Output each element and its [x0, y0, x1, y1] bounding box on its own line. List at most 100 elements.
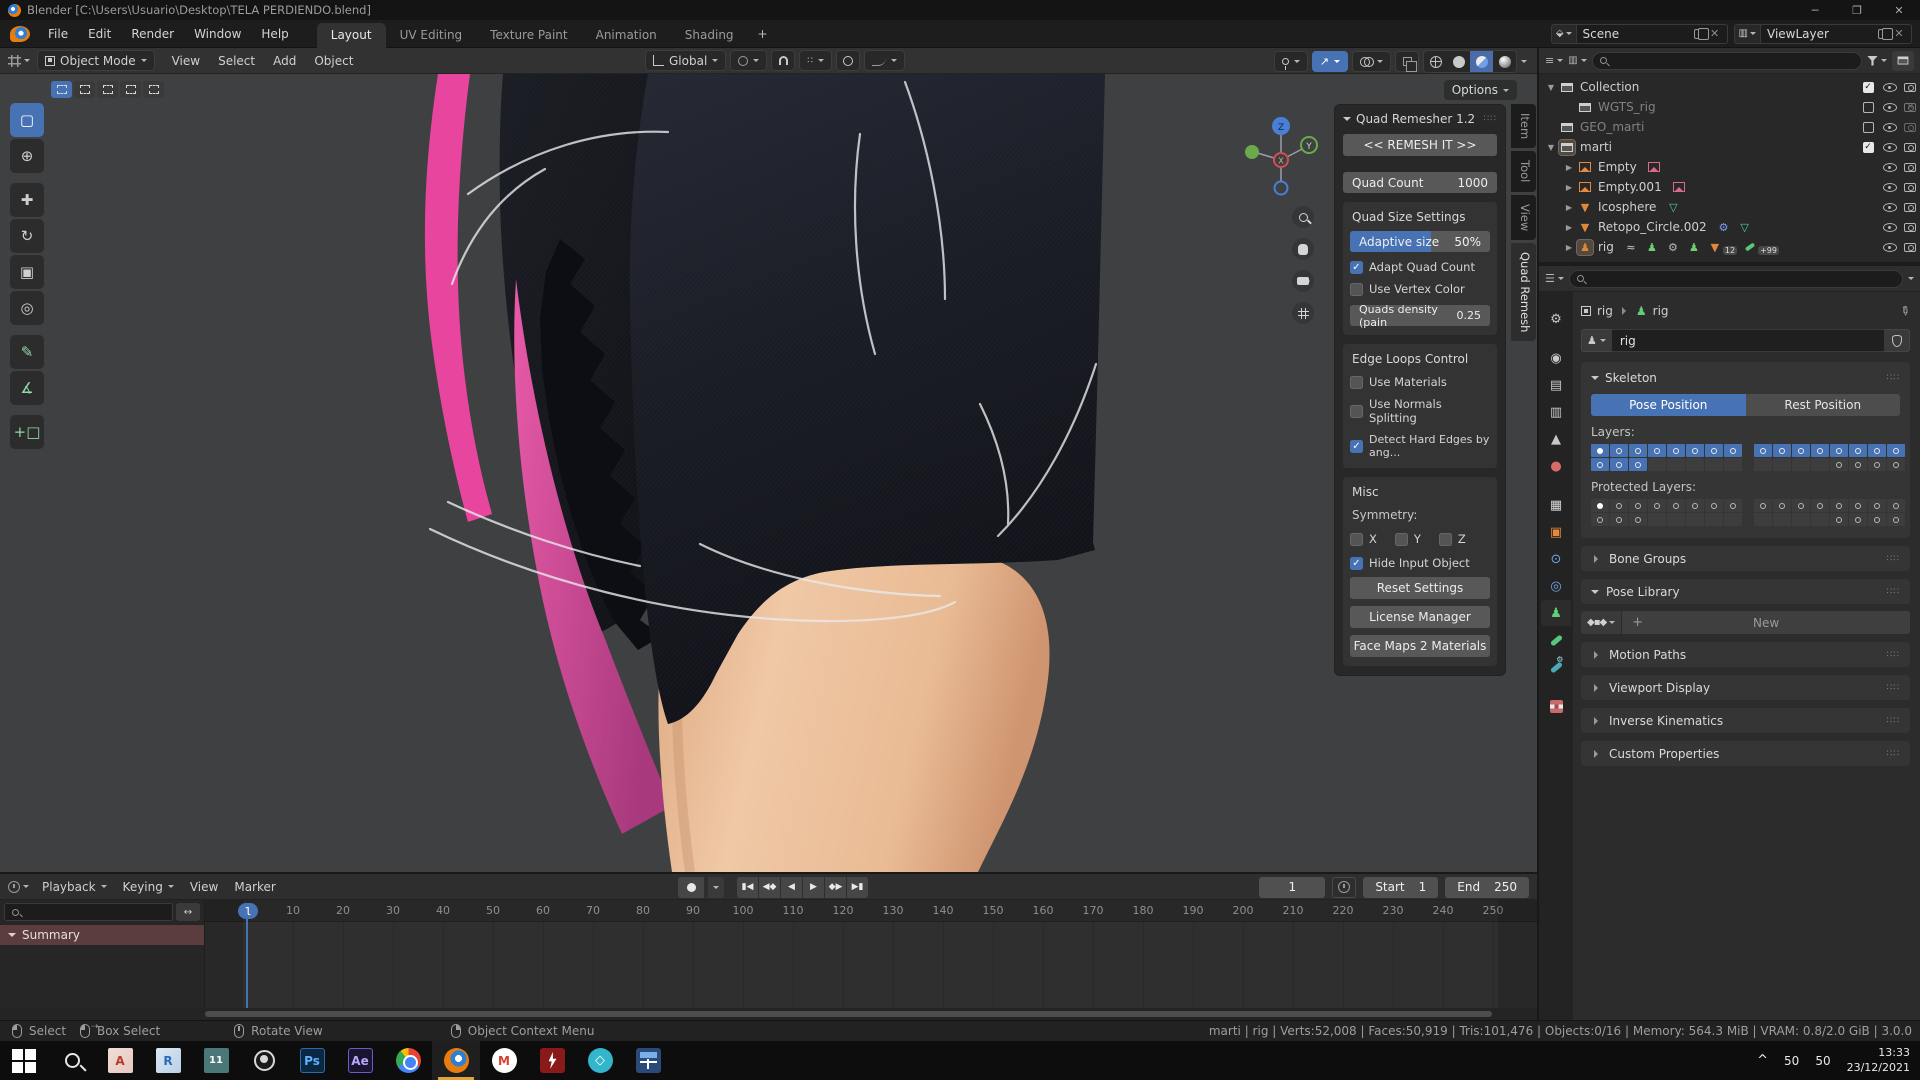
- exclude-checkbox[interactable]: ✓: [1858, 82, 1878, 93]
- layer-cell[interactable]: [1610, 499, 1628, 512]
- expander-right-icon[interactable]: ▶: [1563, 243, 1575, 252]
- viewport-menu-select[interactable]: Select: [209, 50, 264, 72]
- use-preview-range-button[interactable]: [1332, 877, 1356, 898]
- shading-dropdown-chevron[interactable]: [1521, 60, 1527, 66]
- hide-in-viewport-toggle[interactable]: [1880, 123, 1900, 132]
- layer-cell[interactable]: [1686, 444, 1704, 457]
- properties-tab-scene[interactable]: ▲: [1541, 426, 1571, 452]
- adaptive-size-slider[interactable]: Adaptive size 50%: [1350, 231, 1490, 252]
- layer-cell[interactable]: [1610, 513, 1628, 526]
- layer-cell[interactable]: [1792, 499, 1810, 512]
- properties-tab-object-data[interactable]: ♟: [1541, 600, 1571, 626]
- properties-tab-physics[interactable]: ⊙: [1541, 546, 1571, 572]
- disable-in-renders-toggle[interactable]: [1900, 243, 1920, 252]
- layer-cell[interactable]: [1887, 513, 1905, 526]
- quad-count-field[interactable]: Quad Count 1000: [1343, 172, 1497, 193]
- layer-cell[interactable]: [1705, 513, 1723, 526]
- layer-cell[interactable]: [1849, 513, 1867, 526]
- layer-cell[interactable]: [1773, 513, 1791, 526]
- properties-search-input[interactable]: [1569, 270, 1903, 288]
- layer-cell[interactable]: [1849, 499, 1867, 512]
- layer-cell[interactable]: [1773, 444, 1791, 457]
- taskbar-item-start[interactable]: [0, 1041, 48, 1080]
- layer-cell[interactable]: [1792, 513, 1810, 526]
- layer-cell[interactable]: [1648, 444, 1666, 457]
- layer-cell[interactable]: [1811, 513, 1829, 526]
- outliner-item-label[interactable]: Empty.001: [1598, 180, 1662, 194]
- timeline-menu-playback[interactable]: Playback: [34, 876, 115, 898]
- playhead[interactable]: [246, 914, 248, 1008]
- blender-menu-icon[interactable]: [10, 26, 30, 42]
- viewlayer-browse-button[interactable]: ▥: [1734, 24, 1760, 44]
- layer-cell[interactable]: [1705, 499, 1723, 512]
- outliner-row-rig[interactable]: ▶♟rig≈♟⚙♟▼12+99: [1539, 237, 1920, 257]
- layer-cell[interactable]: [1591, 444, 1609, 457]
- adapt-quad-count-checkbox[interactable]: ✓: [1350, 261, 1363, 274]
- shading-solid-button[interactable]: [1447, 51, 1470, 72]
- pin-icon[interactable]: ✎: [1897, 302, 1914, 319]
- tray-badge[interactable]: 50: [1784, 1054, 1799, 1068]
- layer-cell[interactable]: [1830, 458, 1848, 471]
- symmetry-x-checkbox[interactable]: [1350, 533, 1363, 546]
- taskbar-item-sketchfab[interactable]: ◇: [576, 1041, 624, 1080]
- layer-cell[interactable]: [1705, 458, 1723, 471]
- editor-type-button[interactable]: [0, 55, 35, 67]
- layer-cell[interactable]: [1686, 513, 1704, 526]
- layer-cell[interactable]: [1724, 513, 1742, 526]
- timeline-editor-type-button[interactable]: [0, 881, 34, 893]
- properties-tab-collection[interactable]: ▦: [1541, 492, 1571, 518]
- workspace-tab-animation[interactable]: Animation: [582, 23, 671, 48]
- menu-render[interactable]: Render: [121, 23, 184, 45]
- zoom-tool-button[interactable]: [1292, 206, 1314, 228]
- layer-cell[interactable]: [1667, 513, 1685, 526]
- timeline-ruler[interactable]: 1020304050607080901001101201301401501601…: [205, 900, 1537, 922]
- new-collection-button[interactable]: [1892, 51, 1914, 71]
- panel-custom-properties[interactable]: Custom Properties ∷∷: [1581, 741, 1910, 766]
- tray-expand-chevron[interactable]: ^: [1757, 1053, 1768, 1068]
- axis-z-negative[interactable]: [1275, 182, 1288, 195]
- prev-keyframe-button[interactable]: ◀◆: [759, 877, 780, 898]
- object-visibility-dropdown[interactable]: [1274, 51, 1308, 72]
- tool-options-dropdown[interactable]: Options: [1444, 80, 1517, 100]
- outliner-row-retopo_circle.002[interactable]: ▶▼Retopo_Circle.002⚙▽: [1539, 217, 1920, 237]
- timeline-menu-marker[interactable]: Marker: [226, 876, 283, 898]
- disable-in-renders-toggle[interactable]: [1900, 223, 1920, 232]
- timeline-menu-view[interactable]: View: [182, 876, 226, 898]
- layer-cell[interactable]: [1648, 513, 1666, 526]
- tool-measure[interactable]: ∡: [10, 371, 44, 405]
- panel-motion-paths[interactable]: Motion Paths ∷∷: [1581, 642, 1910, 667]
- hide-input-object-checkbox[interactable]: ✓: [1350, 557, 1363, 570]
- scene-copy-icon[interactable]: [1694, 29, 1703, 39]
- expander-down-icon[interactable]: ▼: [1545, 143, 1557, 152]
- scene-unlink-icon[interactable]: ✕: [1709, 28, 1721, 40]
- minimize-button[interactable]: ─: [1794, 0, 1836, 20]
- layer-cell[interactable]: [1811, 499, 1829, 512]
- sidebar-tab-quad-remesh[interactable]: Quad Remesh: [1511, 243, 1536, 341]
- frame-end-field[interactable]: End 250: [1445, 877, 1529, 898]
- layer-cell[interactable]: [1629, 513, 1647, 526]
- layer-cell[interactable]: [1830, 444, 1848, 457]
- taskbar-item-gmail[interactable]: M: [480, 1041, 528, 1080]
- auto-keying-button[interactable]: [678, 877, 704, 898]
- exclude-checkbox[interactable]: [1858, 122, 1878, 133]
- expander-right-icon[interactable]: ▶: [1563, 163, 1575, 172]
- pivot-point-dropdown[interactable]: [730, 50, 767, 71]
- properties-tab-view-layer[interactable]: ▥: [1541, 399, 1571, 425]
- sidebar-tab-view[interactable]: View: [1511, 195, 1536, 240]
- layer-cell[interactable]: [1773, 458, 1791, 471]
- disable-in-renders-toggle[interactable]: [1900, 123, 1920, 132]
- layer-cell[interactable]: [1792, 458, 1810, 471]
- disable-in-renders-toggle[interactable]: [1900, 83, 1920, 92]
- use-materials-checkbox[interactable]: [1350, 376, 1363, 389]
- layer-cell[interactable]: [1849, 458, 1867, 471]
- layer-cell[interactable]: [1811, 444, 1829, 457]
- current-frame-badge[interactable]: 1: [238, 903, 258, 919]
- snap-toggle[interactable]: [771, 50, 795, 71]
- layer-cell[interactable]: [1591, 458, 1609, 471]
- jump-to-end-button[interactable]: ▶▮: [847, 877, 868, 898]
- outliner-row-empty[interactable]: ▶Empty: [1539, 157, 1920, 177]
- taskbar-item-photoshop[interactable]: Ps: [288, 1041, 336, 1080]
- viewlayer-remove-icon[interactable]: ✕: [1893, 28, 1905, 40]
- pose-position-button[interactable]: Pose Position: [1591, 394, 1746, 416]
- hide-in-viewport-toggle[interactable]: [1880, 83, 1900, 92]
